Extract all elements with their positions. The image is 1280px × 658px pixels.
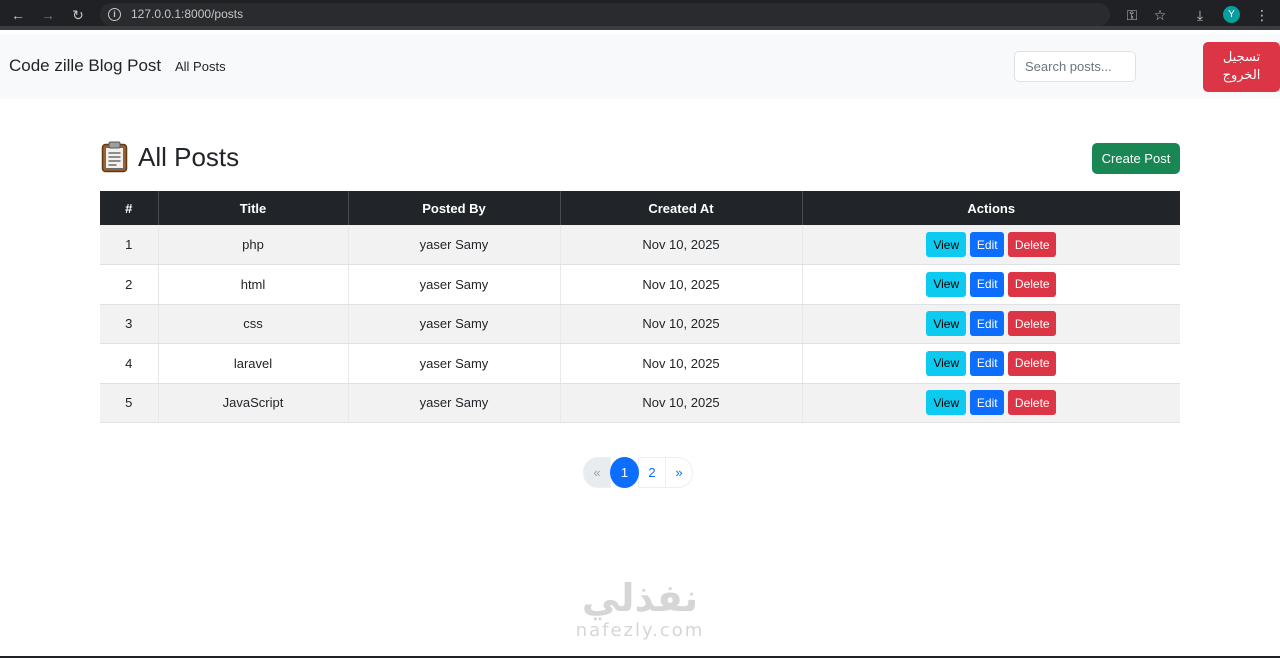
view-button[interactable]: View [926, 311, 967, 337]
cell-title: JavaScript [158, 383, 349, 423]
browser-toolbar: ← → ↻ i 127.0.0.1:8000/posts ⚿ ☆ ⤓ Y ⋮ [0, 0, 1280, 30]
view-button[interactable]: View [926, 232, 967, 257]
cell-created-at: Nov 10, 2025 [560, 383, 803, 423]
brand-link[interactable]: Code zille Blog Post [9, 56, 161, 76]
view-button[interactable]: View [926, 390, 967, 416]
table-row: 3 css yaser Samy Nov 10, 2025 View Edit … [100, 304, 1180, 344]
pagination-prev[interactable]: « [583, 457, 611, 488]
kebab-menu-icon[interactable]: ⋮ [1252, 5, 1272, 25]
cell-actions: View Edit Delete [802, 383, 1180, 423]
posts-table: # Title Posted By Created At Actions 1 p… [100, 191, 1180, 423]
cell-created-at: Nov 10, 2025 [560, 343, 803, 384]
cell-title: css [158, 304, 349, 344]
page-title: All Posts [138, 142, 240, 172]
table-row: 4 laravel yaser Samy Nov 10, 2025 View E… [100, 343, 1180, 384]
table-row: 1 php yaser Samy Nov 10, 2025 View Edit … [100, 225, 1180, 265]
view-button[interactable]: View [926, 350, 967, 376]
edit-button[interactable]: Edit [970, 390, 1005, 416]
edit-button[interactable]: Edit [970, 232, 1005, 257]
cell-posted-by: yaser Samy [348, 383, 561, 423]
watermark-latin: nafezly.com [575, 620, 705, 641]
cell-posted-by: yaser Samy [348, 264, 561, 305]
cell-posted-by: yaser Samy [348, 225, 561, 265]
edit-button[interactable]: Edit [970, 350, 1005, 376]
password-key-icon[interactable]: ⚿ [1122, 5, 1142, 25]
forward-arrow-icon[interactable]: → [38, 5, 58, 25]
watermark-arabic: نفذلي [581, 576, 699, 620]
cell-posted-by: yaser Samy [348, 304, 561, 344]
table-row: 5 JavaScript yaser Samy Nov 10, 2025 Vie… [100, 383, 1180, 423]
column-header-actions: Actions [802, 191, 1180, 225]
nav-link-all-posts[interactable]: All Posts [175, 59, 226, 74]
column-header-created-at: Created At [560, 191, 803, 225]
cell-created-at: Nov 10, 2025 [560, 304, 803, 344]
search-input[interactable] [1014, 51, 1136, 82]
watermark-logo: نفذلي nafezly.com [560, 576, 720, 642]
cell-actions: View Edit Delete [802, 304, 1180, 344]
view-button[interactable]: View [926, 271, 967, 297]
address-url[interactable]: 127.0.0.1:8000/posts [131, 7, 243, 21]
pagination-next[interactable]: » [665, 457, 693, 488]
delete-button[interactable]: Delete [1008, 390, 1057, 416]
column-header-title: Title [158, 191, 349, 225]
cell-actions: View Edit Delete [802, 264, 1180, 305]
logout-button[interactable]: تسجيل الخروج [1203, 42, 1280, 92]
cell-title: html [158, 264, 349, 305]
pagination: « 1 2 » [583, 457, 693, 488]
cell-number: 1 [100, 225, 159, 265]
cell-number: 2 [100, 264, 159, 305]
edit-button[interactable]: Edit [970, 311, 1005, 337]
pagination-page-2[interactable]: 2 [638, 457, 666, 488]
site-info-icon[interactable]: i [108, 8, 121, 21]
reload-icon[interactable]: ↻ [68, 5, 88, 25]
cell-title: laravel [158, 343, 349, 384]
table-header-row: # Title Posted By Created At Actions [100, 191, 1180, 225]
column-header-number: # [100, 191, 159, 225]
cell-posted-by: yaser Samy [348, 343, 561, 384]
clipboard-icon [101, 141, 128, 173]
back-arrow-icon[interactable]: ← [8, 5, 28, 25]
column-header-posted-by: Posted By [348, 191, 561, 225]
cell-number: 3 [100, 304, 159, 344]
cell-number: 5 [100, 383, 159, 423]
cell-actions: View Edit Delete [802, 225, 1180, 265]
table-row: 2 html yaser Samy Nov 10, 2025 View Edit… [100, 264, 1180, 305]
download-icon[interactable]: ⤓ [1190, 5, 1210, 25]
cell-title: php [158, 225, 349, 265]
navbar: Code zille Blog Post All Posts تسجيل الخ… [0, 34, 1280, 99]
cell-actions: View Edit Delete [802, 343, 1180, 384]
pagination-page-1[interactable]: 1 [610, 457, 639, 488]
bookmark-star-icon[interactable]: ☆ [1150, 5, 1170, 25]
address-bar[interactable]: i 127.0.0.1:8000/posts [100, 3, 1110, 26]
cell-number: 4 [100, 343, 159, 384]
profile-avatar[interactable]: Y [1223, 6, 1240, 23]
delete-button[interactable]: Delete [1008, 311, 1057, 337]
delete-button[interactable]: Delete [1008, 350, 1057, 376]
edit-button[interactable]: Edit [970, 271, 1005, 297]
delete-button[interactable]: Delete [1008, 232, 1057, 257]
cell-created-at: Nov 10, 2025 [560, 264, 803, 305]
delete-button[interactable]: Delete [1008, 271, 1057, 297]
create-post-button[interactable]: Create Post [1092, 143, 1180, 174]
cell-created-at: Nov 10, 2025 [560, 225, 803, 265]
